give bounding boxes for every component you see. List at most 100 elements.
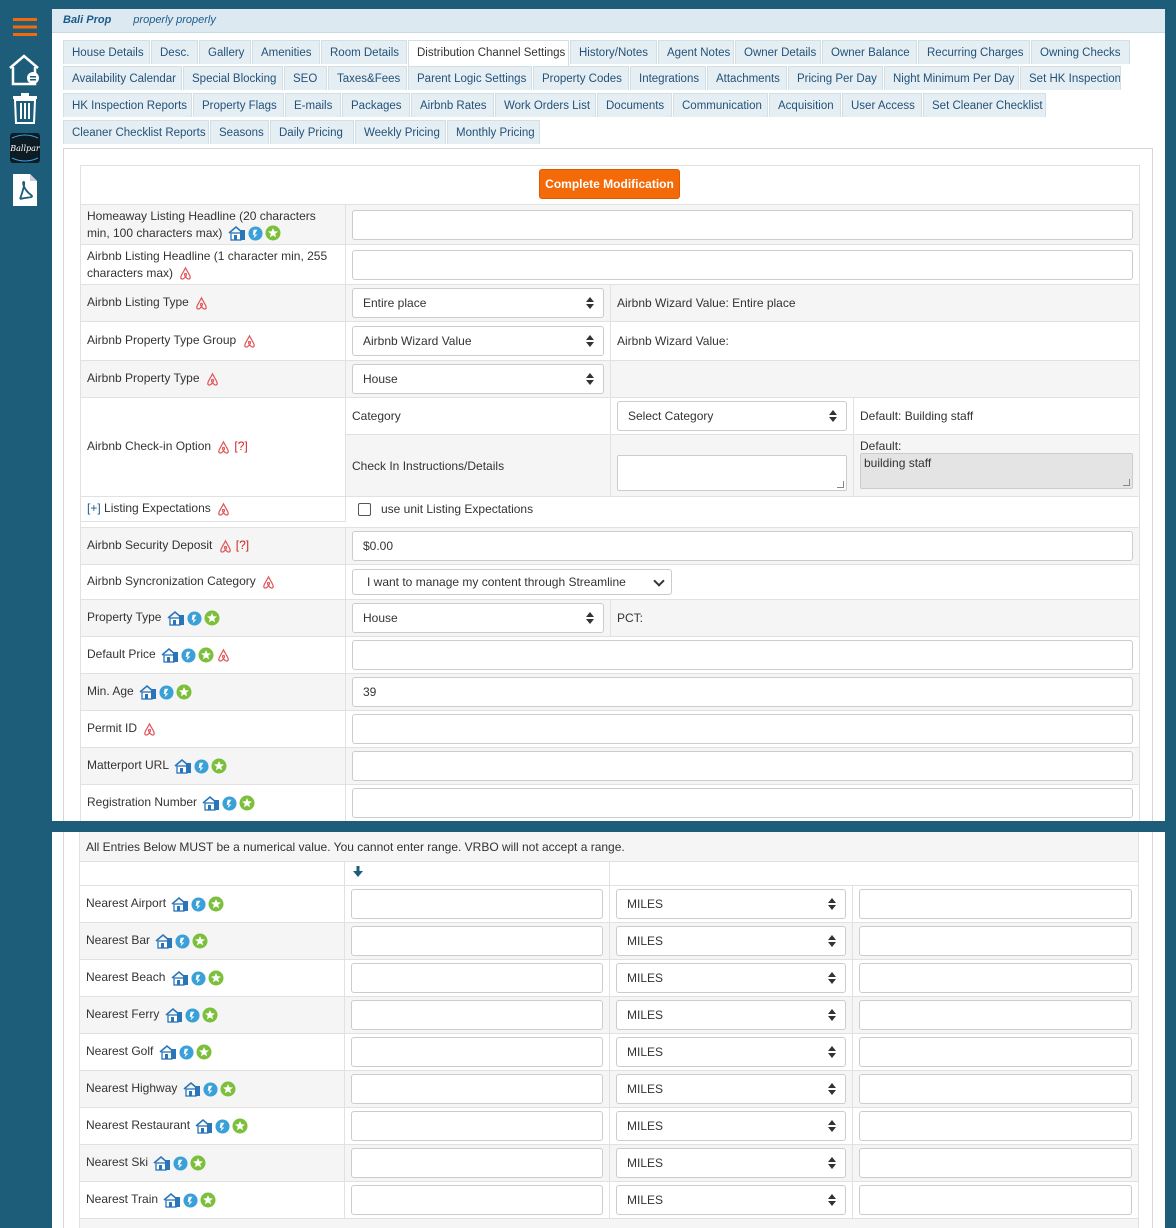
homeaway-icon bbox=[153, 1155, 171, 1171]
tab-parent-logic-settings[interactable]: Parent Logic Settings bbox=[408, 66, 532, 90]
tab-owner-details[interactable]: Owner Details bbox=[735, 40, 821, 64]
bluetooth-channel-icon bbox=[222, 796, 237, 811]
nearest-airport-name-input[interactable] bbox=[859, 889, 1133, 919]
nearest-golf-distance-input[interactable] bbox=[351, 1037, 603, 1067]
tab-night-minimum-per-day[interactable]: Night Minimum Per Day bbox=[884, 66, 1019, 90]
listing-expectations-checkbox[interactable] bbox=[358, 503, 371, 517]
tab-daily-pricing[interactable]: Daily Pricing bbox=[270, 120, 354, 144]
tab-monthly-pricing[interactable]: Monthly Pricing bbox=[447, 120, 540, 144]
tab-history-notes[interactable]: History/Notes bbox=[570, 40, 657, 64]
nearest-restaurant-unit-select[interactable]: MILES bbox=[616, 1111, 846, 1141]
airbnb-headline-input[interactable] bbox=[352, 249, 1133, 280]
nearest-highway-unit-select[interactable]: MILES bbox=[616, 1074, 846, 1104]
tab-distribution-channel-settings[interactable]: Distribution Channel Settings bbox=[408, 40, 569, 66]
nearest-beach-label: Nearest Beach bbox=[86, 970, 166, 985]
min-age-input[interactable]: 39 bbox=[352, 677, 1133, 707]
tab-recurring-charges[interactable]: Recurring Charges bbox=[918, 40, 1030, 64]
complete-modification-button[interactable]: Complete Modification bbox=[539, 169, 680, 199]
nearest-ski-unit-select[interactable]: MILES bbox=[616, 1148, 846, 1178]
tab-seo[interactable]: SEO bbox=[284, 66, 327, 90]
permit-id-input[interactable] bbox=[352, 714, 1133, 744]
tab-airbnb-rates[interactable]: Airbnb Rates bbox=[411, 93, 494, 117]
arrow-down-icon[interactable] bbox=[353, 866, 363, 878]
nearest-restaurant-distance-input[interactable] bbox=[351, 1111, 603, 1141]
airbnb-property-type-select[interactable]: House bbox=[352, 364, 604, 394]
registration-number-input[interactable] bbox=[352, 788, 1133, 818]
default-price-input[interactable] bbox=[352, 640, 1133, 670]
nearest-train-distance-input[interactable] bbox=[351, 1185, 603, 1215]
nearest-train-name-input[interactable] bbox=[859, 1185, 1133, 1215]
nearest-ski-distance-input[interactable] bbox=[351, 1148, 603, 1178]
ballpark-logo-icon[interactable]: Ballpar bbox=[7, 130, 43, 166]
star-channel-icon bbox=[204, 610, 220, 626]
nearest-ski-name-input[interactable] bbox=[859, 1148, 1133, 1178]
hamburger-menu-icon[interactable] bbox=[7, 9, 43, 45]
checkin-instructions-textarea[interactable] bbox=[617, 454, 847, 491]
tab-set-cleaner-checklist[interactable]: Set Cleaner Checklist bbox=[923, 93, 1046, 117]
tab-desc[interactable]: Desc. bbox=[151, 40, 198, 64]
checkin-option-label: Airbnb Check-in Option bbox=[87, 439, 212, 454]
nearest-restaurant-name-input[interactable] bbox=[859, 1111, 1133, 1141]
listing-expectations-toggle[interactable]: [+] bbox=[87, 501, 101, 515]
tab-availability-calendar[interactable]: Availability Calendar bbox=[63, 66, 182, 90]
tab-set-hk-inspection[interactable]: Set HK Inspection bbox=[1020, 66, 1121, 90]
security-deposit-input[interactable]: $0.00 bbox=[352, 531, 1133, 561]
tab-agent-notes[interactable]: Agent Notes bbox=[658, 40, 734, 64]
tab-amenities[interactable]: Amenities bbox=[252, 40, 320, 64]
nearest-train-unit-select[interactable]: MILES bbox=[616, 1185, 846, 1215]
tab-acquisition[interactable]: Acquisition bbox=[769, 93, 841, 117]
tab-emails[interactable]: E-mails bbox=[285, 93, 341, 117]
tab-user-access[interactable]: User Access bbox=[842, 93, 922, 117]
nearest-airport-unit-select[interactable]: MILES bbox=[616, 889, 846, 919]
nearest-highway-distance-input[interactable] bbox=[351, 1074, 603, 1104]
nearest-ferry-distance-input[interactable] bbox=[351, 1000, 603, 1030]
tab-house-details[interactable]: House Details bbox=[63, 40, 150, 64]
tab-documents[interactable]: Documents bbox=[597, 93, 672, 117]
nearest-bar-distance-input[interactable] bbox=[351, 926, 603, 956]
nearest-beach-unit-select[interactable]: MILES bbox=[616, 963, 846, 993]
tab-attachments[interactable]: Attachments bbox=[707, 66, 787, 90]
trash-icon[interactable] bbox=[7, 90, 43, 126]
tab-integrations[interactable]: Integrations bbox=[630, 66, 706, 90]
nearest-golf-unit-select[interactable]: MILES bbox=[616, 1037, 846, 1067]
airbnb-icon bbox=[261, 575, 276, 590]
star-channel-icon bbox=[239, 795, 255, 811]
pdf-icon[interactable] bbox=[7, 172, 43, 208]
matterport-url-input[interactable] bbox=[352, 751, 1133, 781]
security-deposit-help-link[interactable]: [?] bbox=[236, 538, 249, 552]
tab-cleaner-checklist-reports[interactable]: Cleaner Checklist Reports bbox=[63, 120, 209, 144]
tab-weekly-pricing[interactable]: Weekly Pricing bbox=[355, 120, 446, 144]
nearest-beach-distance-input[interactable] bbox=[351, 963, 603, 993]
nearest-ferry-unit-select[interactable]: MILES bbox=[616, 1000, 846, 1030]
tab-gallery[interactable]: Gallery bbox=[199, 40, 251, 64]
tab-taxes-fees[interactable]: Taxes&Fees bbox=[328, 66, 407, 90]
nearest-golf-name-input[interactable] bbox=[859, 1037, 1133, 1067]
tab-communication[interactable]: Communication bbox=[673, 93, 768, 117]
tab-property-codes[interactable]: Property Codes bbox=[533, 66, 629, 90]
nearest-highway-name-input[interactable] bbox=[859, 1074, 1133, 1104]
tab-property-flags[interactable]: Property Flags bbox=[193, 93, 284, 117]
tab-packages[interactable]: Packages bbox=[342, 93, 410, 117]
tab-hk-inspection-reports[interactable]: HK Inspection Reports bbox=[63, 93, 192, 117]
tab-owner-balance[interactable]: Owner Balance bbox=[822, 40, 917, 64]
nearest-airport-distance-input[interactable] bbox=[351, 889, 603, 919]
tab-pricing-per-day[interactable]: Pricing Per Day bbox=[788, 66, 883, 90]
nearest-ferry-name-input[interactable] bbox=[859, 1000, 1133, 1030]
nearest-beach-name-input[interactable] bbox=[859, 963, 1133, 993]
tab-room-details[interactable]: Room Details bbox=[321, 40, 407, 64]
nearest-bar-name-input[interactable] bbox=[859, 926, 1133, 956]
tab-special-blocking[interactable]: Special Blocking bbox=[183, 66, 283, 90]
homeaway-headline-input[interactable] bbox=[352, 209, 1133, 240]
property-name[interactable]: Bali Prop bbox=[63, 14, 111, 26]
checkin-help-link[interactable]: [?] bbox=[234, 439, 247, 453]
property-type-group-select[interactable]: Airbnb Wizard Value bbox=[352, 326, 604, 356]
listing-type-select[interactable]: Entire place bbox=[352, 288, 604, 318]
checkin-category-select[interactable]: Select Category bbox=[617, 401, 847, 431]
tab-work-orders-list[interactable]: Work Orders List bbox=[495, 93, 596, 117]
house-settings-icon[interactable] bbox=[7, 52, 43, 88]
tab-owning-checks[interactable]: Owning Checks bbox=[1031, 40, 1130, 64]
property-type-select[interactable]: House bbox=[352, 603, 604, 633]
sync-category-select[interactable]: I want to manage my content through Stre… bbox=[352, 569, 672, 595]
tab-seasons[interactable]: Seasons bbox=[210, 120, 269, 144]
nearest-bar-unit-select[interactable]: MILES bbox=[616, 926, 846, 956]
